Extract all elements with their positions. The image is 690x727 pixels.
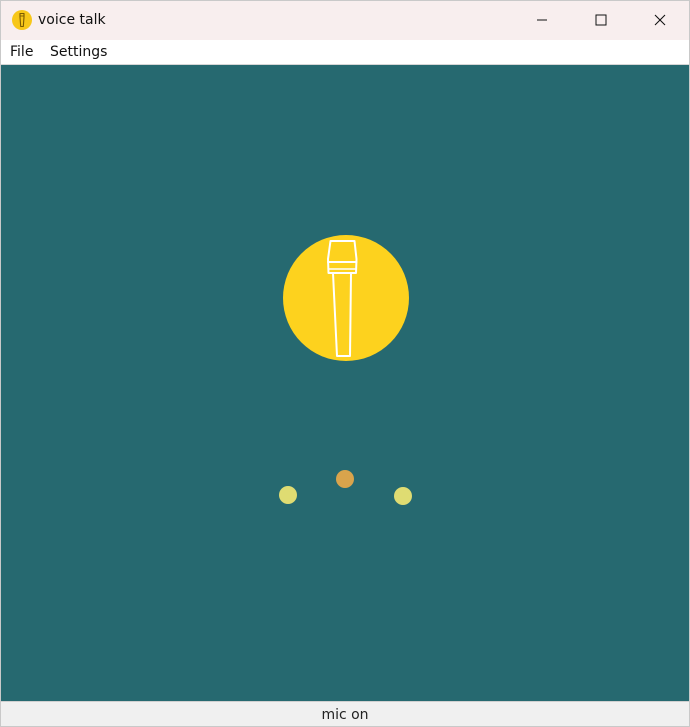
maximize-button[interactable]: [578, 1, 624, 40]
status-bar: mic on: [1, 701, 689, 726]
window-title: voice talk: [38, 12, 106, 28]
app-window: voice talk File Settings mic on: [0, 0, 690, 727]
mic-toggle-button[interactable]: [283, 235, 409, 361]
microphone-icon: [12, 10, 32, 30]
activity-dot: [336, 470, 354, 488]
voice-stage: [1, 65, 689, 701]
activity-dot: [279, 486, 297, 504]
close-button[interactable]: [637, 1, 683, 40]
status-text: mic on: [321, 706, 369, 723]
minimize-button[interactable]: [519, 1, 565, 40]
menu-item-file[interactable]: File: [10, 43, 33, 61]
minimize-icon: [536, 11, 548, 30]
menu-bar: File Settings: [1, 40, 689, 65]
menu-item-settings[interactable]: Settings: [50, 43, 107, 61]
title-bar[interactable]: voice talk: [1, 1, 689, 40]
activity-dot: [394, 487, 412, 505]
maximize-icon: [595, 11, 607, 30]
close-icon: [654, 11, 666, 30]
